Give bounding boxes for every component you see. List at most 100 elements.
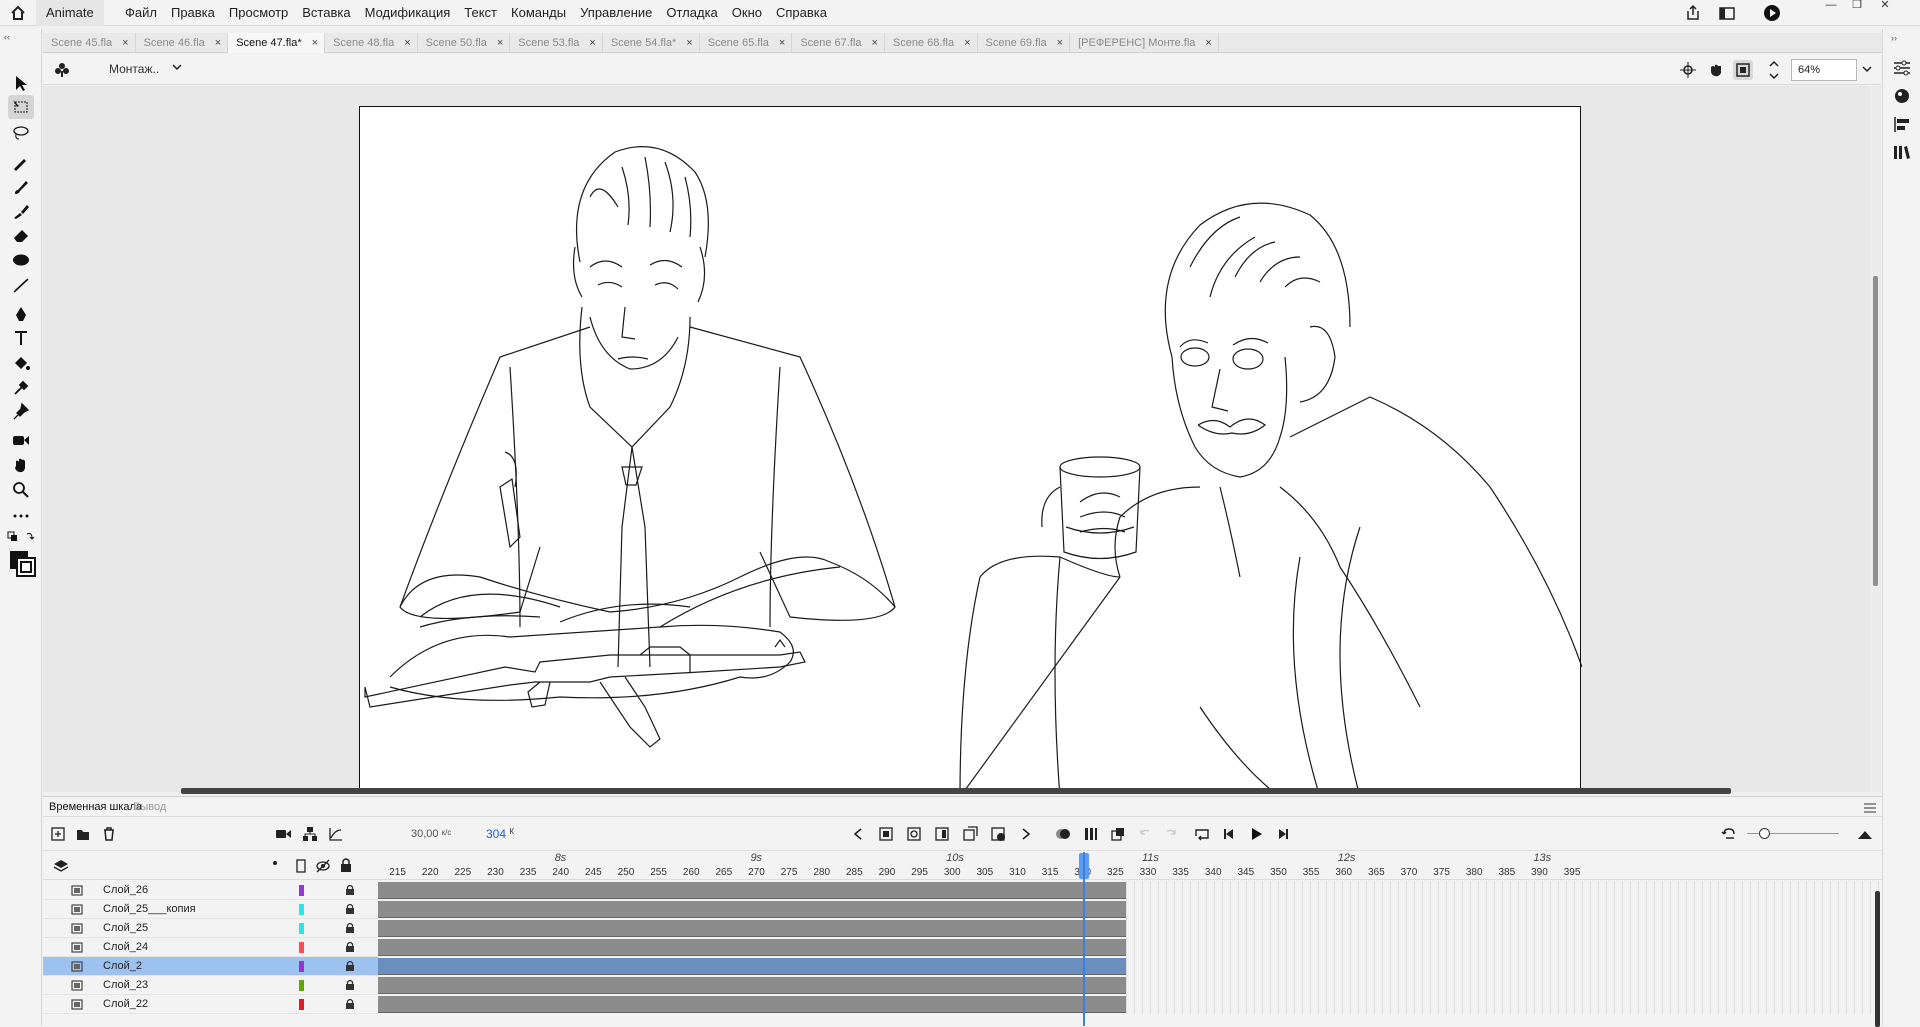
library-icon[interactable] [1892,143,1912,161]
oval-tool-icon[interactable] [8,248,34,272]
layer-color-swatch[interactable] [299,999,304,1010]
horizontal-scrollbar[interactable] [43,786,1881,796]
onion-skin-icon[interactable] [961,825,979,843]
menu-item[interactable]: Просмотр [222,0,295,26]
document-tab[interactable]: Scene 46.fla × [136,33,229,53]
playhead[interactable] [1083,852,1085,1026]
document-tab[interactable]: Scene 45.fla × [43,33,136,53]
frame-ruler[interactable]: 215 220 225 230 235 240 245 250 255 260 265 270 275 2… [378,852,1882,880]
restore-button[interactable]: ❐ [1842,0,1872,12]
clip-canvas-icon[interactable] [1733,60,1753,80]
layer-row[interactable]: Слой_26 [43,881,378,900]
hide-layers-icon[interactable] [315,858,331,874]
document-tab[interactable]: Scene 53.fla × [510,33,603,53]
layer-color-swatch[interactable] [299,980,304,991]
layer-name[interactable]: Слой_23 [103,979,148,991]
empty-frames[interactable] [1126,957,1882,976]
lock-icon[interactable] [345,979,355,991]
play-icon[interactable] [1247,825,1265,843]
fps-display[interactable]: 30,00 к/с [411,828,451,840]
edit-multiple-frames-icon[interactable] [1082,825,1100,843]
document-tab[interactable]: [РЕФЕРЕНС] Монте.fla × [1070,33,1219,53]
document-tab[interactable]: Scene 47.fla* × [228,33,326,53]
selection-tool-icon[interactable] [8,71,34,95]
collapse-timeline-icon[interactable] [1856,825,1874,843]
tab-close-icon[interactable]: × [215,33,221,53]
lock-icon[interactable] [345,941,355,953]
lock-icon[interactable] [345,960,355,972]
frame-row[interactable] [378,919,1882,938]
color-icon[interactable] [1892,87,1912,105]
tab-close-icon[interactable]: × [589,33,595,53]
frame-span[interactable] [378,901,1126,918]
camera-icon[interactable] [275,825,293,843]
current-frame[interactable]: 304 К [486,827,514,841]
highlight-layers-icon[interactable] [273,861,277,865]
timeline-zoom-slider[interactable] [1759,828,1770,839]
frame-row[interactable] [378,881,1882,900]
graph-icon[interactable] [327,825,345,843]
tab-output[interactable]: Вывод [133,801,166,813]
layer-row[interactable]: Слой_23 [43,976,378,995]
menu-item[interactable]: Команды [504,0,573,26]
chevron-down-icon[interactable] [171,60,183,74]
lock-icon[interactable] [345,998,355,1010]
layer-row[interactable] [43,1014,378,1027]
frame-row[interactable] [378,900,1882,919]
layer-name[interactable]: Слой_24 [103,941,148,953]
step-back-icon[interactable] [1220,825,1238,843]
paint-bucket-tool-icon[interactable] [8,351,34,375]
lock-icon[interactable] [345,922,355,934]
close-button[interactable]: ✕ [1870,0,1900,12]
insert-frame-icon[interactable] [933,825,951,843]
document-tab[interactable]: Scene 67.fla × [792,33,885,53]
clear-keyframe-icon[interactable] [989,825,1007,843]
horizontal-scroll-thumb[interactable] [181,788,1731,794]
empty-frames[interactable] [1126,995,1882,1014]
layer-name[interactable]: Слой_25 [103,922,148,934]
frame-span[interactable] [378,939,1126,956]
layer-row[interactable]: Слой_25 [43,919,378,938]
color-swatches-icon[interactable] [6,549,40,579]
camera-tool-icon[interactable] [8,428,34,452]
tab-close-icon[interactable]: × [871,33,877,53]
document-tab[interactable]: Scene 65.fla × [700,33,793,53]
tab-close-icon[interactable]: × [1205,33,1211,53]
layer-name[interactable]: Слой_22 [103,998,148,1010]
lock-icon[interactable] [345,884,355,896]
panel-layout-icon[interactable] [1716,3,1738,23]
frame-row[interactable] [378,938,1882,957]
layer-row[interactable]: Слой_25___копия [43,900,378,919]
zoom-stepper-icon[interactable] [1767,58,1781,82]
brush-tool-icon[interactable] [8,175,34,199]
collapse-icon[interactable]: ‹‹ [4,32,38,44]
menu-item[interactable]: Файл [118,0,164,26]
layer-color-swatch[interactable] [299,885,304,896]
scene-name[interactable]: Монтаж.. [109,62,159,76]
menu-item[interactable]: Правка [164,0,222,26]
loop-icon[interactable] [1193,825,1211,843]
tab-close-icon[interactable]: × [964,33,970,53]
tab-close-icon[interactable]: × [312,33,318,53]
zoom-input[interactable]: 64% [1791,59,1857,81]
reset-view-icon[interactable] [1720,825,1738,843]
menu-item[interactable]: Отладка [659,0,724,26]
zoom-dropdown-icon[interactable] [1861,63,1873,75]
scene-icon[interactable] [53,61,71,79]
layer-row[interactable]: Слой_24 [43,938,378,957]
free-transform-tool-icon[interactable] [8,95,34,119]
app-name[interactable]: Animate [36,0,104,26]
share-icon[interactable] [1682,3,1704,23]
empty-frames[interactable] [1126,881,1882,900]
layer-parenting-icon[interactable] [301,825,319,843]
onion-skin-toggle-icon[interactable] [1054,825,1072,843]
empty-frames[interactable] [1126,919,1882,938]
layers-stack-icon[interactable] [53,858,69,874]
paste-frames-icon[interactable] [1109,825,1127,843]
document-tab[interactable]: Scene 68.fla × [885,33,978,53]
frame-row[interactable] [378,976,1882,995]
document-tab[interactable]: Scene 54.fla* × [603,33,700,53]
prev-keyframe-icon[interactable] [849,825,867,843]
text-tool-icon[interactable] [8,326,34,350]
layer-row[interactable]: Слой_22 [43,995,378,1014]
